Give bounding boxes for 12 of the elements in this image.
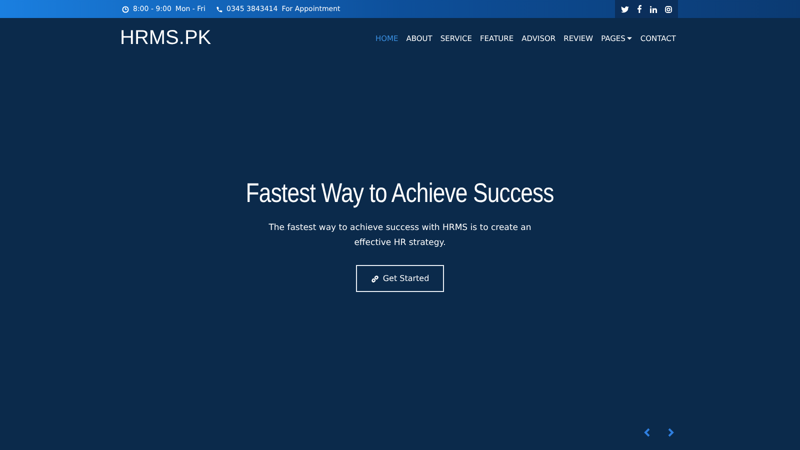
linkedin-icon[interactable] (650, 6, 657, 12)
phone-icon (216, 6, 222, 12)
hero-title: Fastest Way to Achieve Success (246, 178, 554, 209)
site-logo[interactable]: HRMS.PK (120, 26, 212, 50)
link-icon (370, 274, 379, 282)
instagram-icon[interactable] (665, 6, 672, 12)
facebook-icon[interactable] (637, 5, 642, 13)
get-started-button[interactable]: Get Started (356, 265, 444, 292)
clock-icon (122, 6, 129, 12)
caret-icon (627, 36, 632, 40)
hero-text: The fastest way to achieve success with HRMS is to create an effective HR strategy. (268, 222, 532, 250)
bird-icon[interactable] (621, 6, 629, 12)
